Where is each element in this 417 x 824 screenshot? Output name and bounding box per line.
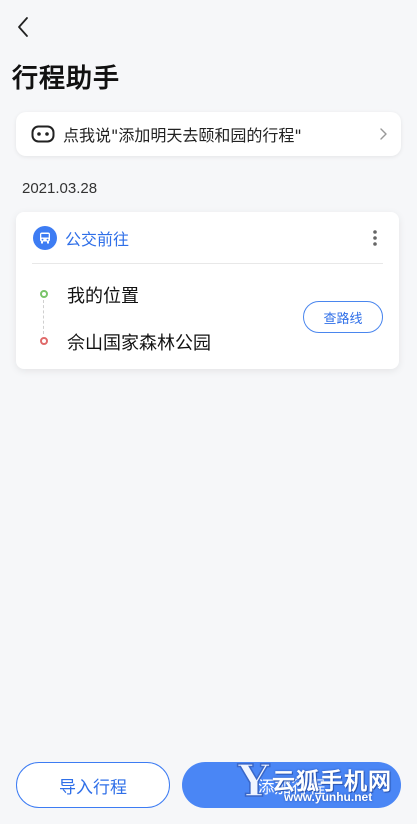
bus-icon [33,226,57,250]
more-vertical-icon [373,230,377,246]
import-trip-button[interactable]: 导入行程 [16,762,170,808]
origin-label: 我的位置 [67,286,139,307]
chevron-left-icon [18,17,28,37]
transit-mode-label: 公交前往 [65,230,130,249]
end-point-dot [40,337,48,345]
route-connector [43,300,44,334]
start-point-dot [40,290,48,298]
destination-label: 佘山国家森林公园 [67,333,211,354]
page-title: 行程助手 [12,64,121,94]
more-options-button[interactable] [367,226,383,250]
robot-icon [31,125,55,143]
card-divider [32,263,383,264]
trip-date: 2021.03.28 [22,180,98,197]
add-trip-button[interactable]: 添加行程 [182,762,401,808]
view-route-button[interactable]: 查路线 [303,301,383,333]
voice-hint-text: 点我说"添加明天去颐和园的行程" [63,126,302,145]
route-summary: 我的位置 佘山国家森林公园 [38,278,338,358]
trip-card-header: 公交前往 [16,212,399,264]
back-button[interactable] [10,12,36,42]
voice-command-hint[interactable]: 点我说"添加明天去颐和园的行程" [16,112,401,156]
trip-card[interactable]: 公交前往 我的位置 佘山国家森林公园 查路线 [16,212,399,369]
chevron-right-icon [377,127,389,141]
